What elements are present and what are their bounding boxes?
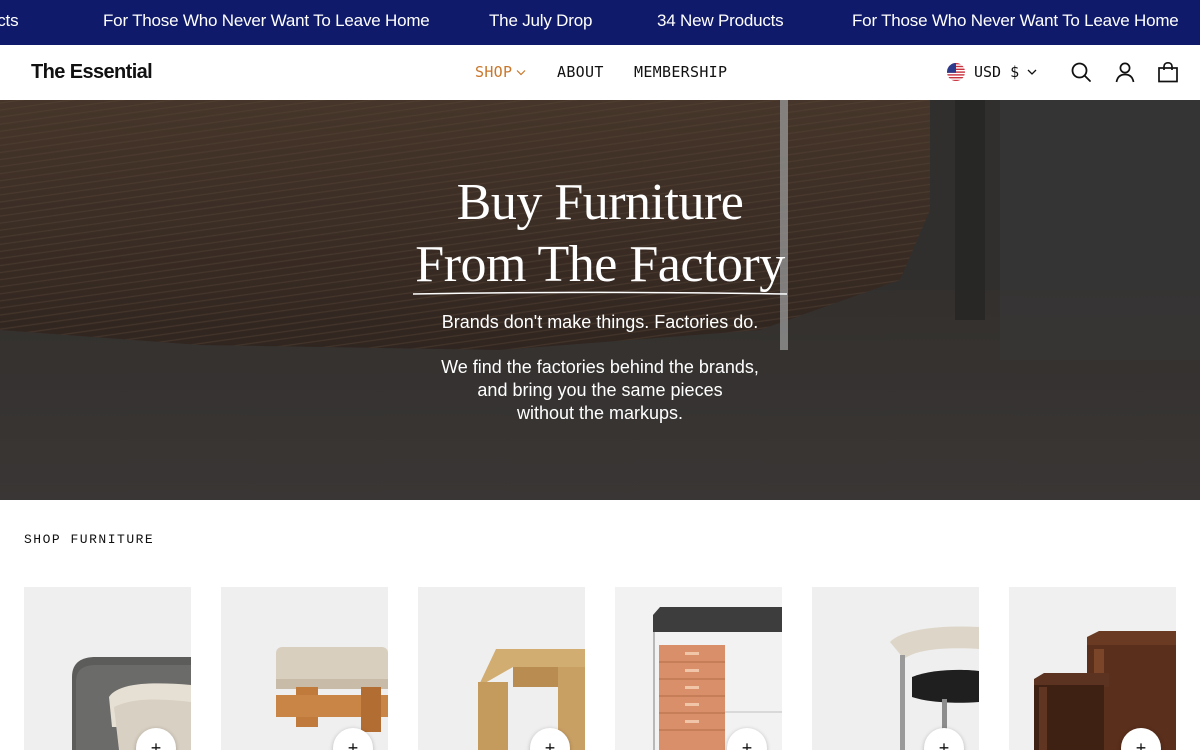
search-icon[interactable]	[1070, 61, 1092, 83]
plus-icon: +	[938, 738, 950, 750]
plus-icon: +	[347, 738, 359, 750]
hero-banner: Buy Furniture From The Factory Brands do…	[0, 100, 1200, 500]
announcement-item: For Those Who Never Want To Leave Home	[103, 11, 430, 30]
product-image-chair	[812, 587, 979, 750]
hero-title-underline	[412, 291, 788, 295]
hero-body-line-2: and bring you the same pieces	[477, 380, 723, 400]
nav-about[interactable]: ABOUT	[557, 63, 604, 81]
account-icon[interactable]	[1114, 61, 1136, 83]
product-image-desk	[615, 587, 782, 750]
currency-label: USD $	[974, 63, 1020, 81]
nav-shop-label: SHOP	[475, 63, 513, 81]
announcement-item: 34 New Products	[657, 11, 784, 30]
announcement-item: ucts	[0, 11, 19, 30]
us-flag-icon	[947, 63, 965, 81]
hero-title-line-1: Buy Furniture	[456, 174, 744, 231]
product-image-side-tables	[1009, 587, 1176, 750]
hero-body-line-3: without the markups.	[516, 403, 684, 423]
product-card-table[interactable]: +	[418, 587, 585, 750]
nav-membership[interactable]: MEMBERSHIP	[634, 63, 727, 81]
chevron-down-icon	[1027, 69, 1037, 75]
currency-selector[interactable]: USD $	[947, 62, 1039, 82]
cart-icon[interactable]	[1157, 61, 1179, 83]
hero-body-line-1: We find the factories behind the brands,	[441, 357, 759, 377]
product-image-bed	[24, 587, 191, 750]
plus-icon: +	[150, 738, 162, 750]
plus-icon: +	[1135, 738, 1147, 750]
product-card-bed[interactable]: +	[24, 587, 191, 750]
hero-tagline: Brands don't make things. Factories do.	[441, 312, 759, 332]
product-image-table	[418, 587, 585, 750]
product-card-side-tables[interactable]: +	[1009, 587, 1176, 750]
product-card-bench[interactable]: +	[221, 587, 388, 750]
site-logo[interactable]: The Essential	[31, 61, 153, 84]
plus-icon: +	[544, 738, 556, 750]
product-card-desk[interactable]: +	[615, 587, 782, 750]
hero-title-line-2: From The Factory	[415, 236, 785, 293]
product-image-bench	[221, 587, 388, 750]
announcement-item: The July Drop	[489, 11, 593, 30]
nav-shop[interactable]: SHOP	[475, 63, 526, 81]
announcement-item: For Those Who Never Want To Leave Home	[852, 11, 1179, 30]
hero-background-image	[0, 100, 1200, 500]
shop-furniture-heading: SHOP FURNITURE	[24, 532, 155, 547]
plus-icon: +	[741, 738, 753, 750]
announcement-bar: ucts For Those Who Never Want To Leave H…	[0, 0, 1200, 45]
product-card-chair[interactable]: +	[812, 587, 979, 750]
site-header: The Essential SHOP ABOUT MEMBERSHIP USD …	[0, 45, 1200, 100]
chevron-down-icon	[516, 70, 526, 76]
